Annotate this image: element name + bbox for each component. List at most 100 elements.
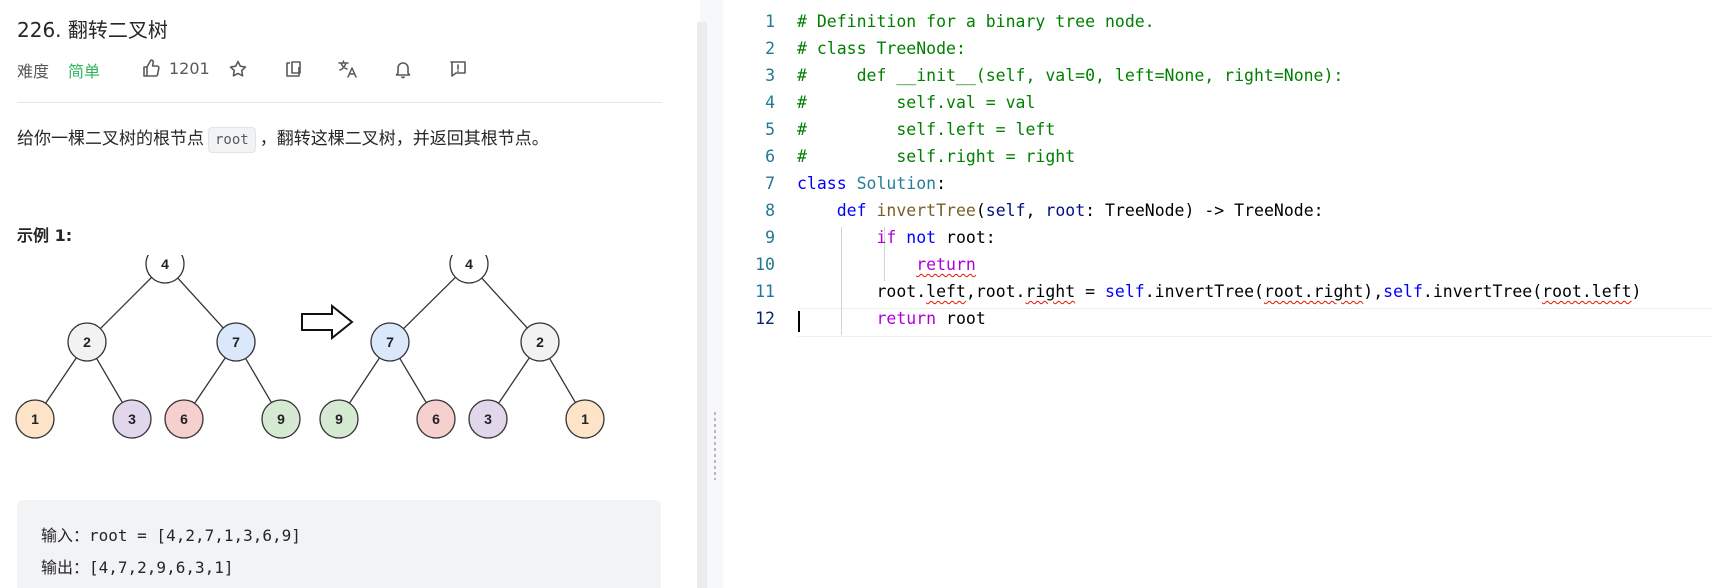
- tree-node-label: 6: [432, 411, 440, 427]
- code-line[interactable]: 3 # def __init__(self, val=0, left=None, …: [723, 62, 1712, 89]
- arrow-right-icon: [301, 303, 354, 341]
- problem-meta-bar: 难度 简单 1201: [17, 54, 657, 84]
- code-token: self: [1383, 282, 1423, 301]
- code-token: # Definition for a binary tree node.: [797, 12, 1155, 31]
- code-text[interactable]: def invertTree(self, root: TreeNode) -> …: [797, 197, 1324, 224]
- code-line[interactable]: 1 # Definition for a binary tree node.: [723, 8, 1712, 35]
- code-token: return: [916, 255, 976, 274]
- code-editor-panel[interactable]: 1 # Definition for a binary tree node. 2 # …: [723, 0, 1712, 588]
- code-text[interactable]: return: [797, 251, 976, 278]
- code-token: # self.val = val: [797, 93, 1036, 112]
- tree-node-label: 2: [83, 334, 91, 350]
- tree-node-label: 6: [180, 411, 188, 427]
- code-token: : TreeNode) -> TreeNode:: [1085, 201, 1324, 220]
- statement-text-2: ，翻转这棵二叉树，并返回其根节点。: [259, 129, 549, 149]
- tree-node: 1: [15, 399, 55, 439]
- line-number: 12: [755, 309, 775, 328]
- like-icon: [143, 59, 160, 77]
- pane-splitter[interactable]: [707, 0, 723, 588]
- problem-statement: 给你一棵二叉树的根节点 root ，翻转这棵二叉树，并返回其根节点。: [17, 124, 549, 153]
- description-scrollbar[interactable]: [697, 22, 707, 588]
- line-number: 10: [755, 255, 775, 274]
- code-token: root.right: [1263, 282, 1364, 301]
- line-number: 2: [765, 39, 775, 58]
- code-token: ,: [1025, 201, 1046, 220]
- subscribe-button[interactable]: [390, 56, 416, 82]
- inline-code-root: root: [208, 127, 256, 153]
- code-token: root: [936, 309, 986, 328]
- code-token: if: [876, 228, 897, 247]
- code-line[interactable]: 5 # self.left = left: [723, 116, 1712, 143]
- code-line[interactable]: 2 # class TreeNode:: [723, 35, 1712, 62]
- tree-edge: [403, 276, 456, 330]
- tree-node: 2: [67, 322, 107, 362]
- code-token: # self.left = left: [797, 120, 1056, 139]
- splitter-grip-icon[interactable]: [714, 412, 716, 480]
- code-text[interactable]: # self.val = val: [797, 89, 1035, 116]
- line-number: 1: [765, 12, 775, 31]
- code-line[interactable]: 4 # self.val = val: [723, 89, 1712, 116]
- tree-node: 9: [319, 399, 359, 439]
- code-text[interactable]: # self.left = left: [797, 116, 1055, 143]
- code-token: ),: [1363, 282, 1384, 301]
- tree-edge: [481, 277, 528, 329]
- code-text[interactable]: # Definition for a binary tree node.: [797, 8, 1155, 35]
- code-token: return: [876, 309, 937, 328]
- line-number: 9: [765, 228, 775, 247]
- tree-node: 1: [565, 399, 605, 439]
- example-title: 示例 1:: [17, 226, 73, 245]
- header-divider: [17, 102, 662, 103]
- code-token: # self.right = right: [797, 147, 1076, 166]
- code-text[interactable]: class Solution:: [797, 170, 946, 197]
- tree-edge: [99, 276, 153, 330]
- share-icon: [286, 61, 301, 77]
- code-token: ): [1631, 282, 1642, 301]
- tree-node-label: 1: [31, 411, 39, 427]
- tree-node: 2: [520, 322, 560, 362]
- tree-node: 7: [216, 322, 256, 362]
- problem-description-panel: 226. 翻转二叉树 难度 简单 1201 给你一棵二叉树的根节点 root ，…: [0, 0, 700, 588]
- code-token: .invertTree(: [1422, 282, 1543, 301]
- code-text[interactable]: return root: [797, 305, 986, 332]
- feedback-button[interactable]: [445, 56, 471, 82]
- feedback-icon: [450, 61, 466, 77]
- code-token: root:: [936, 228, 996, 247]
- tree-node: 9: [261, 399, 301, 439]
- code-line[interactable]: 10 return: [723, 251, 1712, 278]
- code-line[interactable]: 11 root.left,root.right = self.invertTre…: [723, 278, 1712, 305]
- translate-icon: [338, 60, 357, 78]
- share-button[interactable]: [280, 56, 306, 82]
- tree-node-label: 4: [465, 256, 473, 272]
- code-text[interactable]: if not root:: [797, 224, 996, 251]
- tree-after: 4 7 2 9 6 3 1: [319, 255, 605, 439]
- code-token: self: [985, 201, 1026, 220]
- code-text[interactable]: # def __init__(self, val=0, left=None, r…: [797, 62, 1343, 89]
- code-editor[interactable]: 1 # Definition for a binary tree node. 2 # …: [723, 8, 1712, 332]
- code-token: class: [797, 174, 847, 193]
- translate-button[interactable]: [335, 56, 361, 82]
- tree-edge: [194, 357, 226, 404]
- tree-edge: [498, 357, 530, 404]
- code-token: root.left: [1542, 282, 1632, 301]
- favorite-button[interactable]: [225, 56, 251, 82]
- code-text[interactable]: # class TreeNode:: [797, 35, 966, 62]
- like-button[interactable]: 1201: [141, 54, 210, 82]
- tree-edge: [96, 358, 123, 403]
- tree-node: 3: [112, 399, 152, 439]
- code-line[interactable]: 7 class Solution:: [723, 170, 1712, 197]
- code-line[interactable]: 12 return root: [723, 305, 1712, 332]
- line-number: 8: [765, 201, 775, 220]
- code-line[interactable]: 9 if not root:: [723, 224, 1712, 251]
- code-line[interactable]: 6 # self.right = right: [723, 143, 1712, 170]
- code-token: root: [1045, 201, 1086, 220]
- line-number: 3: [765, 66, 775, 85]
- line-number: 5: [765, 120, 775, 139]
- code-line[interactable]: 8 def invertTree(self, root: TreeNode) -…: [723, 197, 1712, 224]
- code-text[interactable]: root.left,root.right = self.invertTree(r…: [797, 278, 1641, 305]
- code-text[interactable]: # self.right = right: [797, 143, 1075, 170]
